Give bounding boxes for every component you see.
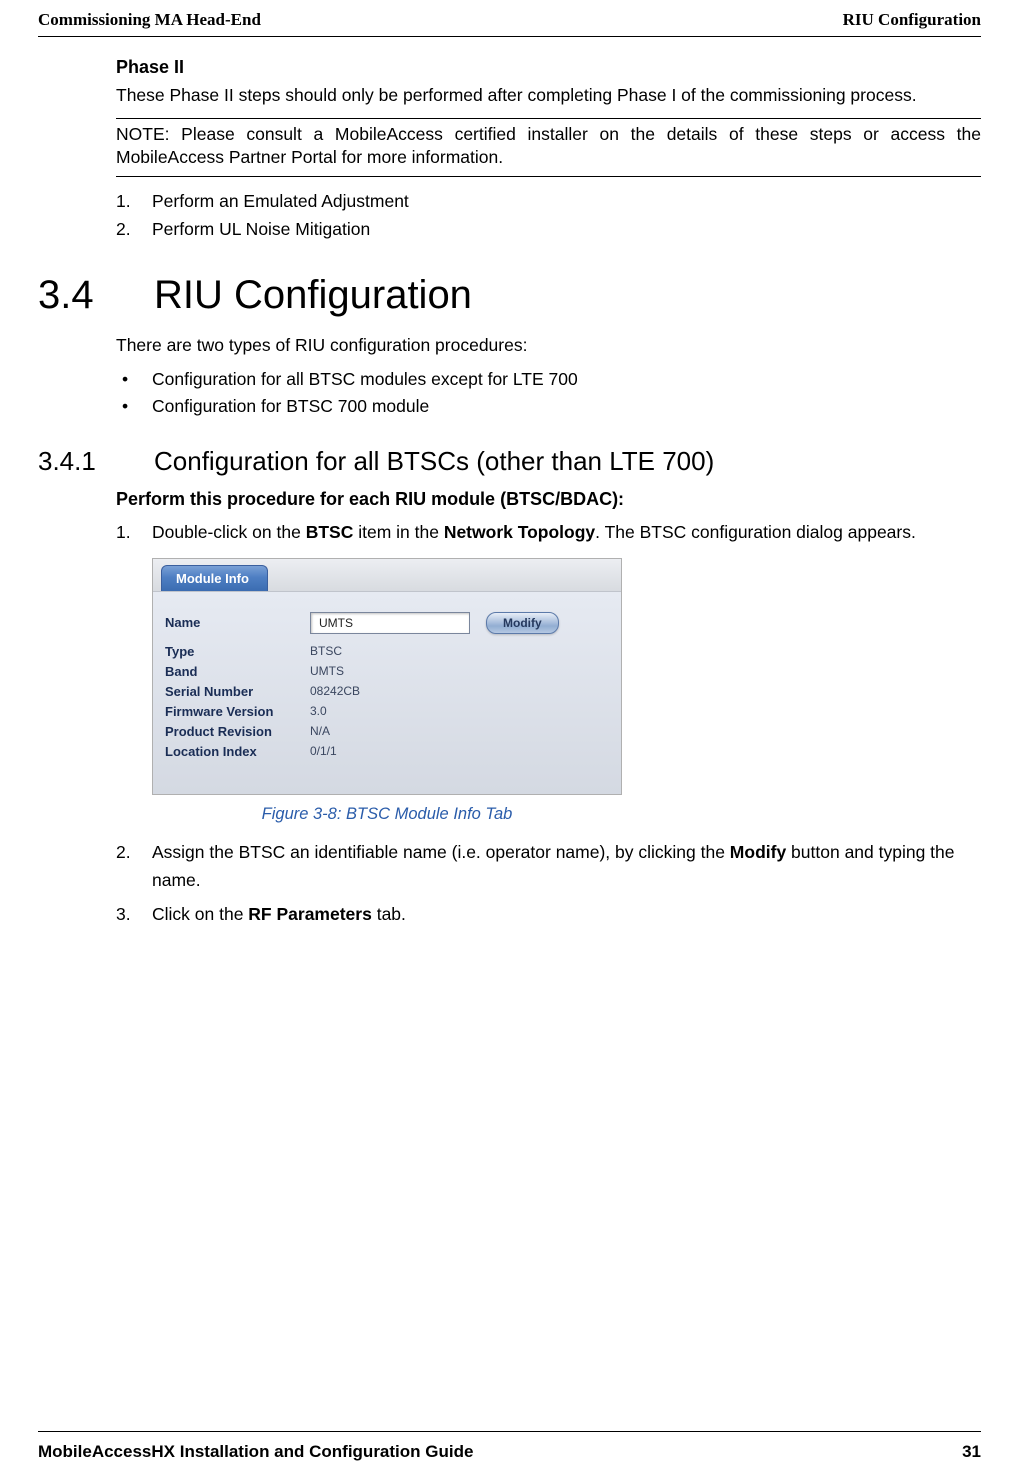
note-box: NOTE: Please consult a MobileAccess cert… (116, 118, 981, 177)
list-number: 1. (116, 518, 152, 546)
step-list-cont: 2. Assign the BTSC an identifiable name … (116, 838, 981, 928)
subsection-number: 3.4.1 (38, 446, 154, 477)
list-text: Assign the BTSC an identifiable name (i.… (152, 838, 981, 894)
list-number: 2. (116, 215, 152, 243)
info-value: N/A (310, 724, 330, 739)
info-value: 3.0 (310, 704, 327, 719)
section-number: 3.4 (38, 273, 154, 318)
list-item: 3. Click on the RF Parameters tab. (116, 900, 981, 928)
list-item: 1. Double-click on the BTSC item in the … (116, 518, 981, 546)
info-label: Serial Number (165, 684, 310, 699)
info-value: BTSC (310, 644, 342, 659)
info-value: 0/1/1 (310, 744, 337, 759)
note-text: NOTE: Please consult a MobileAccess cert… (116, 123, 981, 170)
bullet-icon: • (116, 393, 152, 420)
list-item: 2. Assign the BTSC an identifiable name … (116, 838, 981, 894)
list-item: 1. Perform an Emulated Adjustment (116, 187, 981, 215)
info-row-serial: Serial Number 08242CB (165, 684, 609, 699)
info-row-type: Type BTSC (165, 644, 609, 659)
info-row-revision: Product Revision N/A (165, 724, 609, 739)
page-footer: MobileAccessHX Installation and Configur… (38, 1442, 981, 1462)
list-item: • Configuration for all BTSC modules exc… (116, 366, 981, 393)
header-left: Commissioning MA Head-End (38, 10, 261, 30)
s34-intro: There are two types of RIU configuration… (116, 334, 981, 358)
list-text: Perform an Emulated Adjustment (152, 187, 981, 215)
list-item: • Configuration for BTSC 700 module (116, 393, 981, 420)
list-text: Perform UL Noise Mitigation (152, 215, 981, 243)
page-header: Commissioning MA Head-End RIU Configurat… (0, 0, 1019, 36)
phase2-para: These Phase II steps should only be perf… (116, 84, 981, 108)
section-title: RIU Configuration (154, 273, 472, 318)
phase2-title: Phase II (116, 57, 981, 78)
header-right: RIU Configuration (843, 10, 981, 30)
list-text: Double-click on the BTSC item in the Net… (152, 518, 981, 546)
info-label: Firmware Version (165, 704, 310, 719)
info-label: Location Index (165, 744, 310, 759)
list-number: 1. (116, 187, 152, 215)
name-label: Name (165, 615, 310, 630)
tab-strip: Module Info (153, 559, 621, 591)
subsection-heading-3-4-1: 3.4.1 Configuration for all BTSCs (other… (38, 446, 981, 477)
module-info-panel: Module Info Name UMTS Modify Type BTSC B… (152, 558, 622, 795)
panel-body: Name UMTS Modify Type BTSC Band UMTS Ser… (153, 591, 621, 794)
bullet-text: Configuration for BTSC 700 module (152, 393, 429, 420)
subsection-title: Configuration for all BTSCs (other than … (154, 446, 714, 477)
tab-module-info[interactable]: Module Info (161, 565, 268, 591)
footer-page-number: 31 (962, 1442, 981, 1462)
info-label: Band (165, 664, 310, 679)
info-row-location: Location Index 0/1/1 (165, 744, 609, 759)
modify-button[interactable]: Modify (486, 612, 559, 634)
info-row-band: Band UMTS (165, 664, 609, 679)
info-label: Product Revision (165, 724, 310, 739)
list-item: 2. Perform UL Noise Mitigation (116, 215, 981, 243)
name-input[interactable]: UMTS (310, 612, 470, 634)
info-value: UMTS (310, 664, 344, 679)
list-number: 3. (116, 900, 152, 928)
info-row-firmware: Firmware Version 3.0 (165, 704, 609, 719)
phase2-steps: 1. Perform an Emulated Adjustment 2. Per… (116, 187, 981, 243)
info-label: Type (165, 644, 310, 659)
name-row: Name UMTS Modify (165, 612, 609, 634)
footer-left: MobileAccessHX Installation and Configur… (38, 1442, 473, 1462)
bullet-icon: • (116, 366, 152, 393)
step-list: 1. Double-click on the BTSC item in the … (116, 518, 981, 546)
section-heading-3-4: 3.4 RIU Configuration (38, 273, 981, 318)
bullet-list: • Configuration for all BTSC modules exc… (116, 366, 981, 420)
figure-caption: Figure 3-8: BTSC Module Info Tab (152, 805, 622, 824)
footer-rule (38, 1431, 981, 1432)
list-number: 2. (116, 838, 152, 894)
perform-heading: Perform this procedure for each RIU modu… (116, 489, 981, 510)
info-value: 08242CB (310, 684, 360, 699)
header-rule (38, 36, 981, 37)
figure-3-8: Module Info Name UMTS Modify Type BTSC B… (152, 558, 981, 824)
bullet-text: Configuration for all BTSC modules excep… (152, 366, 578, 393)
list-text: Click on the RF Parameters tab. (152, 900, 981, 928)
